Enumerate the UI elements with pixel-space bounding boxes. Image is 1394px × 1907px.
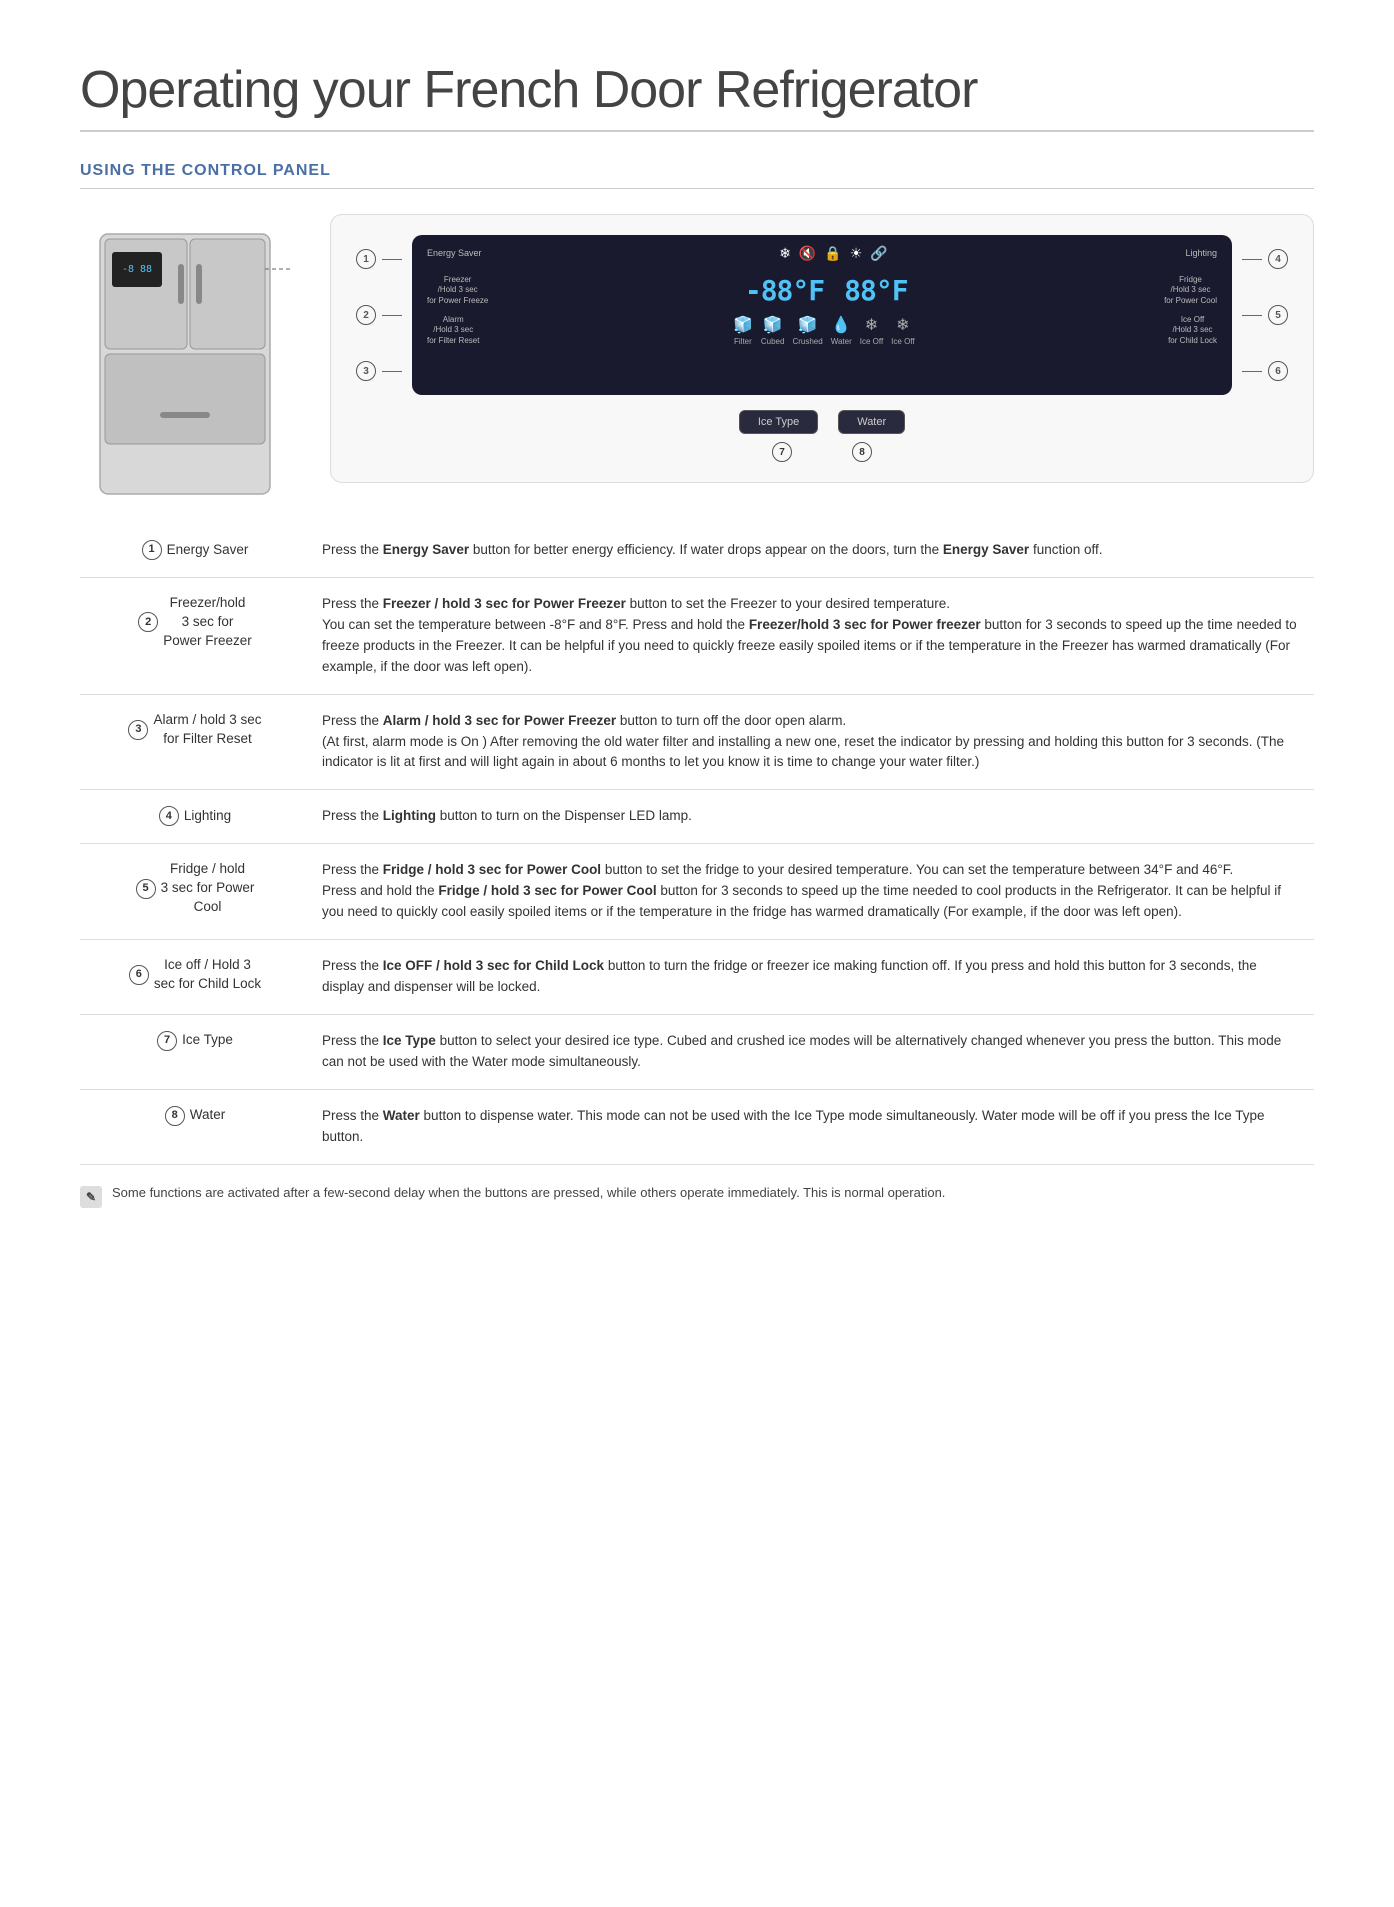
row-desc-cell: Press the Ice OFF / hold 3 sec for Child… <box>310 940 1314 1015</box>
freezer-temp: -88°F <box>745 274 824 307</box>
snowflake-icon: ❄ <box>779 245 791 262</box>
fridge-label: Fridge/Hold 3 secfor Power Cool <box>1164 275 1217 306</box>
circle-5: 5 <box>1268 305 1288 325</box>
energy-saver-label: Energy Saver <box>427 248 482 260</box>
ice-off-btn[interactable]: Ice Off/Hold 3 secfor Child Lock <box>1168 315 1217 346</box>
bottom-nums: 7 8 <box>356 442 1288 462</box>
ice-type-btn[interactable]: Ice Type <box>739 410 818 434</box>
table-row: 3 Alarm / hold 3 secfor Filter Reset Pre… <box>80 694 1314 790</box>
label-4: 4 <box>1242 249 1288 269</box>
row-desc-cell: Press the Freezer / hold 3 sec for Power… <box>310 577 1314 694</box>
water-icon[interactable]: 💧Water <box>831 315 852 346</box>
label-3: 3 <box>356 361 402 381</box>
note-text: Some functions are activated after a few… <box>112 1185 945 1200</box>
cubed-icon[interactable]: 🧊Cubed <box>761 315 785 346</box>
alarm-btn[interactable]: Alarm/Hold 3 secfor Filter Reset <box>427 315 479 346</box>
row-desc-cell: Press the Alarm / hold 3 sec for Power F… <box>310 694 1314 790</box>
table-row: 5 Fridge / hold3 sec for PowerCool Press… <box>80 844 1314 940</box>
row-label-cell: 1 Energy Saver <box>80 524 310 577</box>
note-row: ✎ Some functions are activated after a f… <box>80 1185 1314 1208</box>
info-table: 1 Energy Saver Press the Energy Saver bu… <box>80 524 1314 1165</box>
circle-1: 1 <box>356 249 376 269</box>
mute-icon: 🔇 <box>799 245 816 262</box>
circle-3: 3 <box>356 361 376 381</box>
row-label-cell: 7 Ice Type <box>80 1014 310 1089</box>
label-6: 6 <box>1242 361 1288 381</box>
table-row: 4 Lighting Press the Lighting button to … <box>80 790 1314 844</box>
wifi-icon: 🔗 <box>870 245 887 262</box>
row-label-cell: 4 Lighting <box>80 790 310 844</box>
row-desc-cell: Press the Lighting button to turn on the… <box>310 790 1314 844</box>
right-panel-labels: 4 5 6 <box>1242 235 1288 395</box>
row-label-cell: 8 Water <box>80 1089 310 1164</box>
row-desc-cell: Press the Fridge / hold 3 sec for Power … <box>310 844 1314 940</box>
dispenser-icons: 🧊Filter 🧊Cubed 🧊Crushed 💧Water ❄Ice Off … <box>733 315 915 346</box>
circle-6: 6 <box>1268 361 1288 381</box>
panel-box: Energy Saver ❄ 🔇 🔒 ☀ 🔗 Lighting <box>412 235 1232 395</box>
water-btn[interactable]: Water <box>838 410 905 434</box>
circle-2: 2 <box>356 305 376 325</box>
fridge-image: -8 88 <box>80 214 300 494</box>
row-label-cell: 5 Fridge / hold3 sec for PowerCool <box>80 844 310 940</box>
icons-row: ❄ 🔇 🔒 ☀ 🔗 <box>779 245 888 262</box>
section-title: USING THE CONTROL PANEL <box>80 162 1314 189</box>
page-title: Operating your French Door Refrigerator <box>80 60 1314 132</box>
energy-saver-btn[interactable]: Energy Saver <box>427 248 482 260</box>
row-label-cell: 3 Alarm / hold 3 secfor Filter Reset <box>80 694 310 790</box>
ice-off-label: Ice Off/Hold 3 secfor Child Lock <box>1168 315 1217 346</box>
panel-top-row: Energy Saver ❄ 🔇 🔒 ☀ 🔗 Lighting <box>427 245 1217 262</box>
circle-4: 4 <box>1268 249 1288 269</box>
circle-7: 7 <box>772 442 792 462</box>
freezer-label: Freezer/Hold 3 secfor Power Freeze <box>427 275 488 306</box>
filter-icon[interactable]: 🧊Filter <box>733 315 753 346</box>
control-panel-diagram: 1 2 3 Energy Saver <box>330 214 1314 483</box>
alarm-dispenser-row: Alarm/Hold 3 secfor Filter Reset 🧊Filter… <box>427 315 1217 346</box>
fridge-btn[interactable]: Fridge/Hold 3 secfor Power Cool <box>1164 275 1217 306</box>
circle-8: 8 <box>852 442 872 462</box>
label-5: 5 <box>1242 305 1288 325</box>
fridge-temp: 88°F <box>844 274 907 307</box>
row-label-cell: 2 Freezer/hold3 sec forPower Freezer <box>80 577 310 694</box>
diagram-area: -8 88 1 2 3 <box>80 214 1314 494</box>
lighting-btn[interactable]: Lighting <box>1185 248 1217 260</box>
lighting-label: Lighting <box>1185 248 1217 260</box>
label-1: 1 <box>356 249 402 269</box>
table-row: 7 Ice Type Press the Ice Type button to … <box>80 1014 1314 1089</box>
row-desc-cell: Press the Water button to dispense water… <box>310 1089 1314 1164</box>
table-row: 1 Energy Saver Press the Energy Saver bu… <box>80 524 1314 577</box>
label-2: 2 <box>356 305 402 325</box>
temp-row: Freezer/Hold 3 secfor Power Freeze -88°F… <box>427 270 1217 311</box>
temperature-display: -88°F 88°F <box>745 274 908 307</box>
panel-bottom-area: Ice Type Water <box>356 410 1288 434</box>
note-icon: ✎ <box>80 1186 102 1208</box>
table-row: 8 Water Press the Water button to dispen… <box>80 1089 1314 1164</box>
crushed-icon[interactable]: 🧊Crushed <box>792 315 822 346</box>
table-row: 2 Freezer/hold3 sec forPower Freezer Pre… <box>80 577 1314 694</box>
alarm-label: Alarm/Hold 3 secfor Filter Reset <box>427 315 479 346</box>
ice-off-icon1[interactable]: ❄Ice Off <box>860 315 883 346</box>
sun-icon: ☀ <box>850 245 863 262</box>
ice-off-icon2[interactable]: ❄Ice Off <box>891 315 914 346</box>
row-desc-cell: Press the Energy Saver button for better… <box>310 524 1314 577</box>
row-desc-cell: Press the Ice Type button to select your… <box>310 1014 1314 1089</box>
lock-icon: 🔒 <box>824 245 841 262</box>
freezer-btn[interactable]: Freezer/Hold 3 secfor Power Freeze <box>427 275 488 306</box>
left-panel-labels: 1 2 3 <box>356 235 402 395</box>
table-row: 6 Ice off / Hold 3sec for Child Lock Pre… <box>80 940 1314 1015</box>
svg-text:-8 88: -8 88 <box>122 264 152 275</box>
row-label-cell: 6 Ice off / Hold 3sec for Child Lock <box>80 940 310 1015</box>
